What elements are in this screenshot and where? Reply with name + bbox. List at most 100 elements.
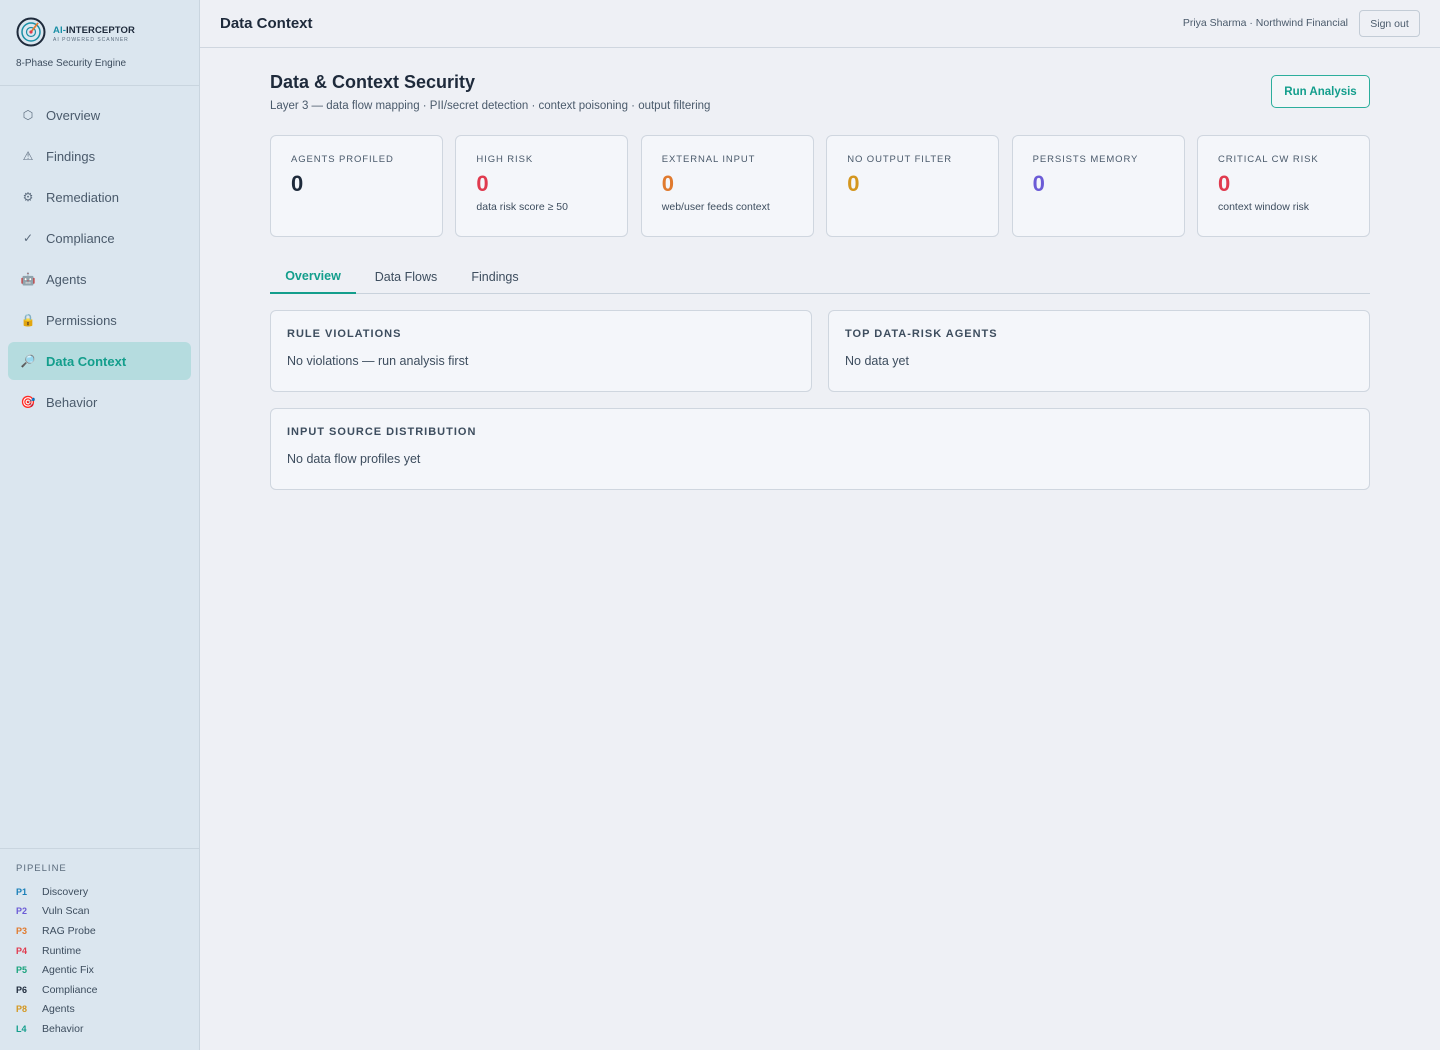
sidebar: AI-INTERCEPTOR AI POWERED SCANNER 8-Phas…	[0, 0, 200, 1050]
pipeline-step-label: Agentic Fix	[42, 964, 94, 977]
panel-title: RULE VIOLATIONS	[287, 328, 402, 340]
pipeline-list: P1 Discovery P2 Vuln Scan P3 RAG Probe P4 Runti…	[16, 882, 183, 1039]
brand: AI-INTERCEPTOR AI POWERED SCANNER 8-Phas…	[0, 0, 199, 86]
hexagon-icon: ⬡	[22, 108, 34, 122]
pipeline-step: P8 Agents	[16, 1000, 183, 1020]
stat-label: NO OUTPUT FILTER	[847, 154, 953, 165]
radar-logo-icon	[16, 17, 46, 47]
tab-findings[interactable]: Findings	[456, 260, 534, 294]
sidebar-item-label: Data Context	[46, 353, 127, 369]
robot-icon: 🤖	[20, 272, 36, 286]
stat-note: web/user feeds context	[661, 201, 770, 213]
sidebar-item-label: Behavior	[46, 394, 98, 410]
stat-card-external-input: EXTERNAL INPUT 0 web/user feeds context	[640, 135, 814, 237]
pipeline-step-label: Behavior	[42, 1022, 84, 1035]
stat-value: 0	[476, 171, 489, 196]
stat-label: CRITICAL CW RISK	[1218, 154, 1319, 165]
sidebar-item-label: Remediation	[46, 189, 119, 205]
sidebar-item-compliance[interactable]: ✓ Compliance	[8, 219, 191, 257]
pipeline-step-label: Runtime	[42, 944, 82, 957]
pipeline-step-label: Discovery	[42, 885, 89, 898]
sidebar-item-label: Agents	[46, 271, 87, 287]
stat-card-no-output-filter: NO OUTPUT FILTER 0	[826, 135, 1000, 237]
stat-value: 0	[1032, 171, 1045, 196]
pipeline-step-label: Compliance	[42, 983, 98, 996]
topbar: Data Context Priya Sharma · Northwind Fi…	[200, 0, 1440, 48]
sidebar-item-overview[interactable]: ⬡ Overview	[8, 96, 191, 134]
sidebar-nav: ⬡ Overview ⚠ Findings ⚙ Remediation ✓ Complianc…	[0, 86, 199, 421]
sidebar-item-label: Findings	[46, 148, 96, 164]
stat-note: context window risk	[1218, 201, 1310, 213]
stat-label: HIGH RISK	[476, 154, 534, 165]
sidebar-item-label: Overview	[46, 107, 101, 123]
pipeline-step-label: Agents	[42, 1003, 75, 1016]
pipeline-step-label: Vuln Scan	[42, 905, 90, 918]
panel-empty-text: No data flow profiles yet	[287, 452, 421, 466]
tab-data-flows[interactable]: Data Flows	[360, 260, 452, 294]
pipeline-panel: PIPELINE P1 Discovery P2 Vuln Scan P3 RAG Pro…	[0, 848, 199, 1050]
sidebar-item-behavior[interactable]: 🎯 Behavior	[8, 383, 191, 421]
stat-value: 0	[1218, 171, 1231, 196]
warning-icon: ⚠	[22, 149, 34, 163]
topbar-title: Data Context	[220, 15, 313, 32]
pipeline-step-code: L4	[16, 1023, 27, 1034]
pipeline-step-code: P6	[16, 984, 28, 995]
pipeline-step-code: P3	[16, 925, 28, 936]
pipeline-title: PIPELINE	[16, 863, 67, 874]
pipeline-step-code: P2	[16, 906, 28, 917]
pipeline-step: P6 Compliance	[16, 980, 183, 1000]
page-subtitle: Layer 3 — data flow mapping · PII/secret…	[270, 100, 711, 112]
pipeline-step-code: P8	[16, 1004, 28, 1015]
pipeline-step-code: P1	[16, 886, 28, 897]
panel-title: TOP DATA-RISK AGENTS	[845, 328, 998, 340]
pipeline-step-code: P5	[16, 965, 28, 976]
sidebar-item-label: Compliance	[46, 230, 115, 246]
tab-bar: Overview Data Flows Findings	[270, 260, 1370, 294]
stat-value: 0	[847, 171, 860, 196]
panel-empty-text: No violations — run analysis first	[287, 354, 469, 368]
tab-overview[interactable]: Overview	[270, 260, 356, 294]
pipeline-step-code: P4	[16, 945, 28, 956]
rule-violations-panel: RULE VIOLATIONS No violations — run anal…	[270, 310, 812, 392]
brand-tagline: AI POWERED SCANNER	[53, 37, 129, 43]
stat-label: AGENTS PROFILED	[291, 154, 394, 165]
stats-row: AGENTS PROFILED 0 HIGH RISK 0 data risk scor…	[270, 135, 1370, 237]
gear-icon: ⚙	[22, 190, 34, 204]
stat-note: data risk score ≥ 50	[476, 201, 568, 213]
stat-value: 0	[661, 171, 675, 196]
brand-name: AI-INTERCEPTOR	[53, 25, 135, 36]
sidebar-item-data-context[interactable]: 🔎 Data Context	[8, 342, 191, 380]
page-title: Data & Context Security	[270, 72, 476, 92]
sidebar-item-permissions[interactable]: 🔒 Permissions	[8, 301, 191, 339]
panel-title: INPUT SOURCE DISTRIBUTION	[287, 426, 477, 438]
panel-empty-text: No data yet	[845, 354, 909, 368]
pipeline-step: P2 Vuln Scan	[16, 902, 183, 922]
lock-icon: 🔒	[20, 313, 36, 327]
stat-card-agents-profiled: AGENTS PROFILED 0	[270, 135, 443, 237]
check-icon: ✓	[22, 231, 34, 245]
brand-engine-label: 8-Phase Security Engine	[16, 58, 127, 69]
pipeline-step: P5 Agentic Fix	[16, 960, 183, 980]
stat-label: EXTERNAL INPUT	[661, 154, 756, 165]
magnifier-icon: 🔎	[20, 354, 36, 368]
sidebar-item-findings[interactable]: ⚠ Findings	[8, 137, 191, 175]
sign-out-button[interactable]: Sign out	[1359, 10, 1420, 37]
target-icon: 🎯	[20, 395, 36, 409]
user-info: Priya Sharma · Northwind Financial	[1182, 17, 1348, 29]
stat-card-persists-memory: PERSISTS MEMORY 0	[1011, 135, 1185, 237]
stat-card-critical-cw-risk: CRITICAL CW RISK 0 context window risk	[1197, 135, 1370, 237]
pipeline-step: L4 Behavior	[16, 1019, 183, 1039]
stat-label: PERSISTS MEMORY	[1032, 154, 1139, 165]
sidebar-item-remediation[interactable]: ⚙ Remediation	[8, 178, 191, 216]
input-source-distribution-panel: INPUT SOURCE DISTRIBUTION No data flow p…	[270, 408, 1370, 490]
stat-value: 0	[291, 171, 304, 196]
stat-card-high-risk: HIGH RISK 0 data risk score ≥ 50	[455, 135, 629, 237]
pipeline-step: P3 RAG Probe	[16, 921, 183, 941]
sidebar-item-label: Permissions	[46, 312, 117, 328]
sidebar-item-agents[interactable]: 🤖 Agents	[8, 260, 191, 298]
run-analysis-button[interactable]: Run Analysis	[1271, 75, 1370, 108]
pipeline-step: P1 Discovery	[16, 882, 183, 902]
pipeline-step-label: RAG Probe	[42, 924, 96, 937]
top-data-risk-agents-panel: TOP DATA-RISK AGENTS No data yet	[828, 310, 1370, 392]
pipeline-step: P4 Runtime	[16, 941, 183, 961]
